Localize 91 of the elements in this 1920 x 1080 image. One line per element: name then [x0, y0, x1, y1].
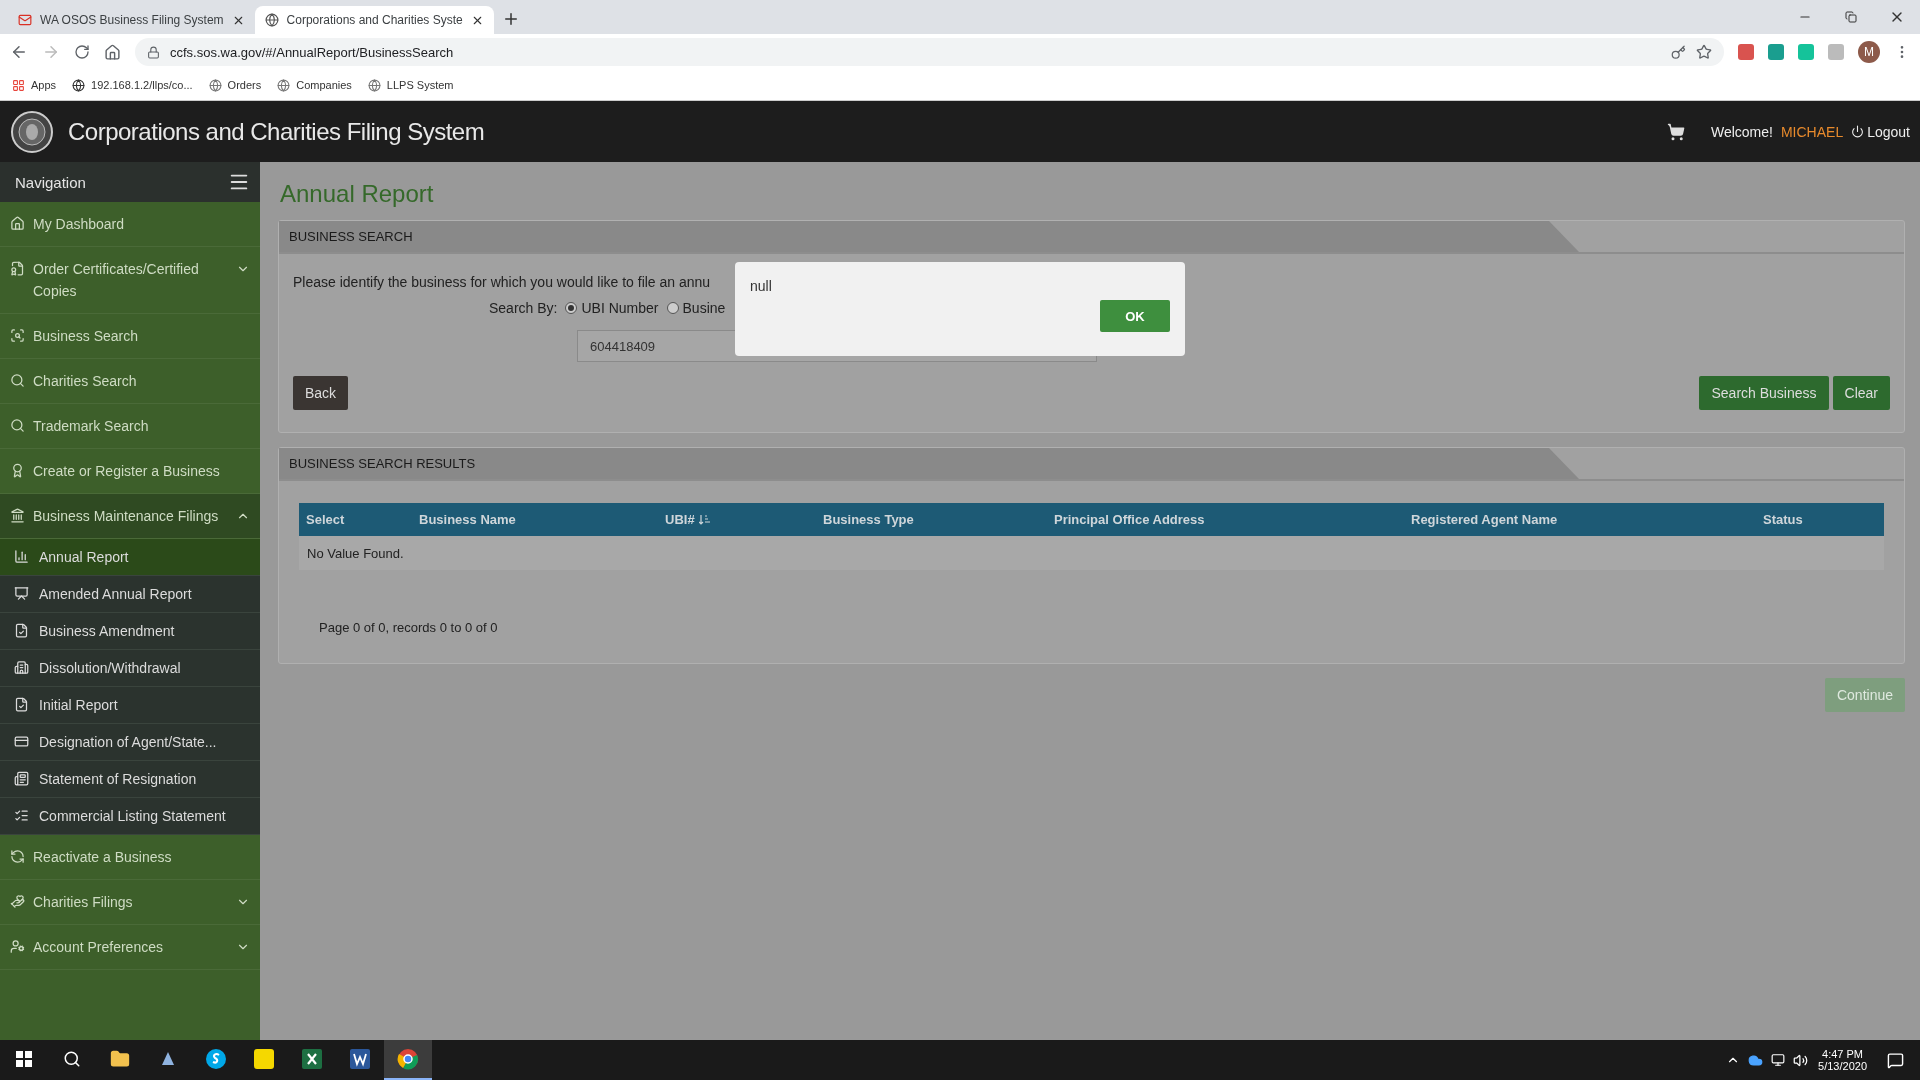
site-icon: [208, 78, 222, 92]
certificate-icon: [10, 261, 25, 276]
bar-chart-icon: [14, 549, 29, 564]
search-icon: [10, 418, 25, 433]
app-title: Corporations and Charities Filing System: [68, 117, 485, 146]
search-icon: [10, 328, 25, 343]
user-name: MICHAEL: [1780, 123, 1844, 140]
site-icon: [367, 78, 381, 92]
site-icon: [277, 78, 291, 92]
column-header[interactable]: Business Type: [823, 512, 1054, 527]
spreadsheet-icon[interactable]: [302, 1049, 322, 1069]
section-header: BUSINESS SEARCH: [279, 221, 1579, 252]
bookmark[interactable]: 192.168.1.2/llps/co...: [72, 78, 193, 92]
globe-icon: [264, 13, 279, 27]
building-icon: [14, 660, 29, 675]
seal-logo: [10, 109, 54, 154]
search-button[interactable]: Search Business: [1699, 376, 1829, 410]
lock-icon: [147, 45, 160, 59]
nav-item[interactable]: Business Maintenance Filings: [0, 494, 260, 539]
document-icon: [14, 697, 29, 712]
clear-button[interactable]: Clear: [1832, 376, 1890, 410]
bookmark[interactable]: Orders: [208, 78, 262, 92]
nav-subitem[interactable]: Designation of Agent/State...: [0, 724, 260, 761]
logout-link[interactable]: Logout: [1851, 123, 1910, 140]
search-by-label: Search By:: [489, 300, 558, 316]
empty-message: No Value Found.: [299, 536, 1884, 570]
apps-icon: [12, 78, 25, 92]
network-icon[interactable]: [1771, 1053, 1786, 1067]
document-icon: [14, 623, 29, 638]
cloud-icon[interactable]: [1748, 1052, 1764, 1068]
column-header[interactable]: Business Name: [419, 512, 665, 527]
badge-icon: [10, 463, 25, 478]
power-icon: [1851, 125, 1865, 138]
cart-icon[interactable]: [1666, 122, 1685, 141]
nav-subitem[interactable]: Commercial Listing Statement: [0, 798, 260, 835]
section-header: BUSINESS SEARCH RESULTS: [279, 448, 1579, 479]
nav-subitem[interactable]: Initial Report: [0, 687, 260, 724]
column-header[interactable]: Registered Agent Name: [1411, 512, 1763, 527]
column-header[interactable]: Status: [1763, 512, 1884, 527]
volume-icon[interactable]: [1793, 1052, 1809, 1068]
radio-option[interactable]: UBI Number: [565, 300, 659, 316]
refresh-icon: [10, 849, 25, 864]
presentation-icon: [14, 586, 29, 601]
reload-icon[interactable]: [74, 44, 90, 60]
mail-icon: [18, 13, 32, 27]
navigation-title: Navigation: [15, 173, 86, 191]
profile-avatar[interactable]: M: [1858, 41, 1880, 63]
bookmark[interactable]: Apps: [12, 78, 57, 92]
globe-icon: [72, 78, 86, 92]
key-icon[interactable]: [1671, 44, 1686, 60]
card-icon: [14, 734, 29, 749]
newspaper-icon: [14, 771, 29, 786]
column-header[interactable]: UBI#: [665, 512, 823, 527]
star-icon[interactable]: [1696, 44, 1712, 60]
clock[interactable]: 4:47 PM 5/13/2020: [1818, 1048, 1867, 1072]
hands-icon: [10, 894, 25, 909]
browser-tab[interactable]: WA OSOS Business Filing System: [8, 6, 255, 34]
restore-icon[interactable]: [1845, 11, 1857, 23]
ok-button[interactable]: OK: [1100, 300, 1170, 332]
nav-subitem[interactable]: Amended Annual Report: [0, 576, 260, 613]
page-title: Annual Report: [280, 180, 435, 208]
nav-subitem[interactable]: Statement of Resignation: [0, 761, 260, 798]
document-app-icon[interactable]: [350, 1049, 370, 1069]
column-header[interactable]: Select: [306, 512, 419, 527]
bookmark[interactable]: Companies: [277, 78, 352, 92]
home-icon[interactable]: [104, 43, 121, 61]
dialog-message: null: [750, 278, 773, 294]
back-button[interactable]: Back: [293, 376, 349, 410]
browser-tab[interactable]: Corporations and Charities Syste: [254, 6, 494, 34]
search-icon: [10, 373, 25, 388]
nav-subitem[interactable]: Dissolution/Withdrawal: [0, 650, 260, 687]
welcome-text: Welcome!: [1710, 123, 1773, 140]
bank-icon: [10, 508, 25, 523]
nav-subitem[interactable]: Business Amendment: [0, 613, 260, 650]
address-bar[interactable]: ccfs.sos.wa.gov/#/AnnualReport/BusinessSearch: [135, 38, 1724, 66]
home-icon: [10, 216, 25, 231]
bookmark[interactable]: LLPS System: [367, 78, 454, 92]
windows-icon[interactable]: [16, 1051, 32, 1067]
search-icon[interactable]: [63, 1050, 81, 1068]
back-icon[interactable]: [10, 43, 28, 61]
browser-icon[interactable]: [397, 1048, 419, 1070]
notifications-icon[interactable]: [1887, 1051, 1904, 1069]
user-icon: [10, 939, 25, 954]
nav-subitem[interactable]: Annual Report: [0, 539, 260, 576]
column-header[interactable]: Principal Office Address: [1054, 512, 1411, 527]
radio-option[interactable]: Busine: [666, 300, 726, 316]
list-icon: [14, 808, 29, 823]
sort-icon: [698, 514, 710, 525]
instruction-text: Please identify the business for which you would like to file an annu: [293, 274, 711, 290]
paging-info: Page 0 of 0, records 0 to 0 of 0: [319, 620, 499, 635]
folder-icon[interactable]: [110, 1049, 130, 1069]
